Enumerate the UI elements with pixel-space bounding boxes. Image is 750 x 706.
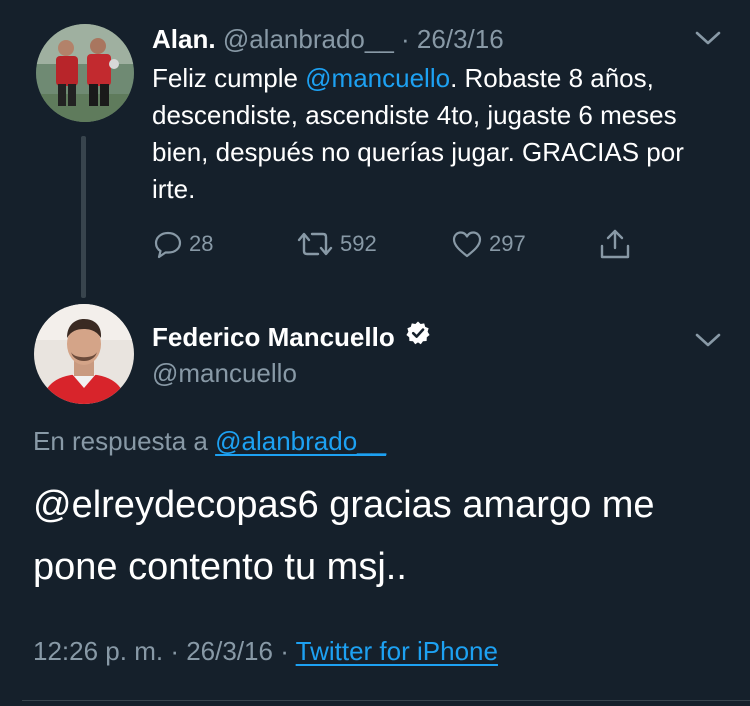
like-button[interactable]: 297 bbox=[451, 227, 526, 261]
tweet-options-button[interactable] bbox=[694, 330, 722, 350]
tweet-options-button[interactable] bbox=[694, 28, 722, 48]
mention-link[interactable]: @mancuello bbox=[305, 63, 450, 93]
author-handle[interactable]: @mancuello bbox=[152, 356, 297, 390]
like-count: 297 bbox=[489, 231, 526, 256]
retweet-button[interactable]: 592 bbox=[296, 227, 377, 261]
reply-tweet-text: @elreydecopas6 gracias amargo me pone co… bbox=[33, 484, 655, 588]
like-icon bbox=[452, 231, 482, 258]
reply-to-handle-link[interactable]: @alanbrado__ bbox=[215, 426, 386, 456]
author-handle[interactable]: @alanbrado__ bbox=[223, 24, 394, 54]
parent-tweet-text: Feliz cumple @mancuello. Robaste 8 años,… bbox=[152, 60, 712, 208]
reply-count: 28 bbox=[189, 231, 214, 256]
separator-dot: · bbox=[280, 636, 289, 666]
tweet-text-part: Feliz cumple bbox=[152, 63, 306, 93]
thread-connector-line bbox=[81, 136, 86, 298]
reply-context: En respuesta a @alanbrado__ bbox=[33, 424, 386, 458]
tweet-time: 12:26 p. m. bbox=[33, 636, 164, 666]
reply-to-label: En respuesta a bbox=[33, 426, 208, 456]
tweet-date: 26/3/16 bbox=[186, 636, 273, 666]
chevron-down-icon bbox=[695, 31, 721, 45]
avatar-photo-federico bbox=[34, 304, 134, 404]
avatar-photo-alan bbox=[36, 24, 134, 122]
retweet-icon bbox=[297, 232, 333, 256]
separator-dot: · bbox=[170, 636, 179, 666]
share-button[interactable] bbox=[598, 227, 632, 261]
reply-icon bbox=[154, 231, 182, 259]
divider bbox=[22, 700, 750, 701]
source-link[interactable]: Twitter for iPhone bbox=[296, 636, 498, 666]
reply-author-name-row: Federico Mancuello bbox=[152, 320, 431, 354]
parent-tweet-header: Alan. @alanbrado__ · 26/3/16 bbox=[152, 22, 504, 56]
tweet-date[interactable]: 26/3/16 bbox=[417, 24, 504, 54]
author-name[interactable]: Alan. bbox=[152, 24, 216, 54]
chevron-down-icon bbox=[695, 333, 721, 347]
tweet-metadata: 12:26 p. m. · 26/3/16 · Twitter for iPho… bbox=[33, 634, 498, 668]
avatar-federico[interactable] bbox=[34, 304, 134, 404]
verified-badge-icon bbox=[405, 320, 431, 354]
reply-button[interactable]: 28 bbox=[153, 227, 213, 261]
separator-dot: · bbox=[401, 24, 410, 54]
author-name[interactable]: Federico Mancuello bbox=[152, 320, 395, 354]
retweet-count: 592 bbox=[340, 231, 377, 256]
share-icon bbox=[600, 229, 630, 259]
avatar-alan[interactable] bbox=[36, 24, 134, 122]
